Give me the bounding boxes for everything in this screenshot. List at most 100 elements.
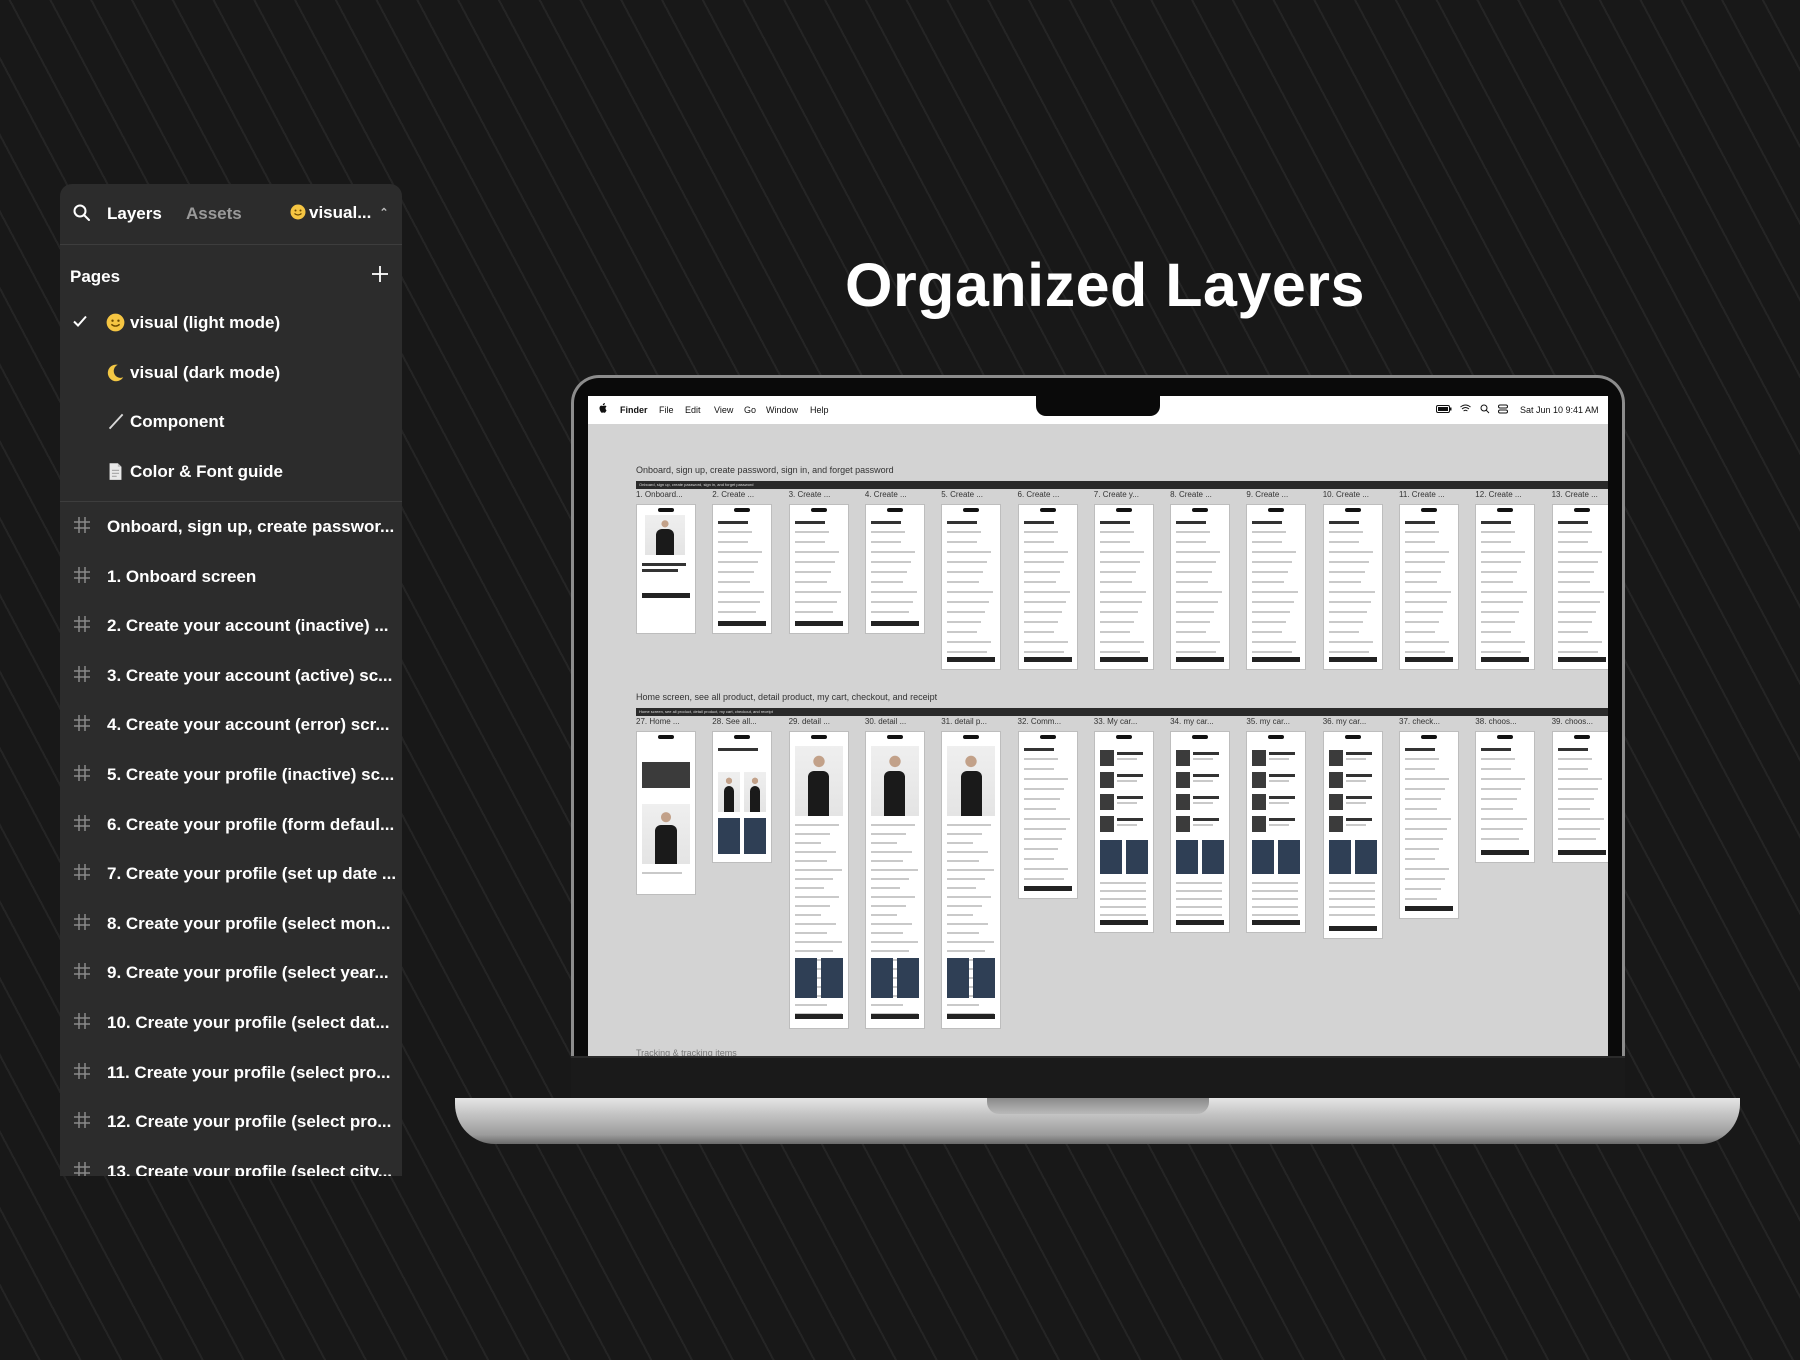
- wifi-icon[interactable]: [1460, 404, 1471, 413]
- section-bar-text: Onboard, sign up, create password, sign …: [639, 482, 754, 487]
- apple-logo-icon[interactable]: [598, 402, 608, 414]
- section-label-home: Home screen, see all product, detail pro…: [636, 692, 938, 702]
- layer-row-label: Onboard, sign up, create passwor...: [107, 517, 395, 536]
- artboard-frame[interactable]: [636, 731, 696, 895]
- artboard-frame[interactable]: [712, 731, 773, 863]
- artboard-frame[interactable]: [1170, 504, 1231, 670]
- panel-header: Layers Assets visual... ⌃: [60, 184, 402, 245]
- control-center-icon[interactable]: [1498, 404, 1508, 414]
- camera-notch: [1036, 396, 1160, 416]
- artboard-frame[interactable]: [636, 504, 696, 634]
- menu-finder[interactable]: Finder: [620, 405, 648, 415]
- layer-row[interactable]: 10. Create your profile (select dat...: [60, 998, 402, 1048]
- artboard-title: 33. My car...: [1093, 717, 1138, 726]
- artboard-title: 2. Create ...: [712, 490, 755, 499]
- page-switcher[interactable]: visual... ⌃: [290, 203, 389, 223]
- artboard-frame[interactable]: [1399, 504, 1459, 670]
- frame-hash-icon: [74, 963, 90, 980]
- artboard-frame[interactable]: [941, 731, 1002, 1029]
- layer-row[interactable]: 12. Create your profile (select pro...: [60, 1097, 402, 1147]
- artboard-frame[interactable]: [1399, 731, 1459, 919]
- menu-view[interactable]: View: [714, 405, 733, 415]
- layer-row-label: 9. Create your profile (select year...: [107, 963, 389, 983]
- plus-icon[interactable]: [370, 264, 390, 284]
- layer-row-label: 1. Onboard screen: [107, 566, 257, 586]
- artboard-frame[interactable]: [1170, 731, 1231, 933]
- artboard-frame[interactable]: [788, 731, 849, 1029]
- menu-file[interactable]: File: [659, 405, 674, 415]
- page-item-component[interactable]: Component: [60, 398, 402, 448]
- layer-row-label: 12. Create your profile (select pro...: [107, 1112, 392, 1132]
- frame-hash-icon: [74, 1161, 90, 1176]
- menu-go[interactable]: Go: [744, 405, 756, 415]
- layer-row[interactable]: 4. Create your account (error) scr...: [60, 700, 402, 750]
- layer-row[interactable]: 11. Create your profile (select pro...: [60, 1048, 402, 1098]
- page-item-label: visual (light mode): [130, 313, 281, 332]
- frame-hash-icon: [74, 665, 90, 682]
- layer-row-label: 13. Create your profile (select city...: [107, 1161, 393, 1176]
- artboard-frame[interactable]: [712, 504, 773, 634]
- artboard-frame[interactable]: [1093, 504, 1154, 670]
- artboard-title: 10. Create ...: [1322, 490, 1369, 499]
- menu-help[interactable]: Help: [810, 405, 829, 415]
- artboard-frame[interactable]: [1322, 504, 1383, 670]
- section-bar-home: Home screen, see all product, detail pro…: [636, 708, 1608, 716]
- frame-hash-icon: [74, 814, 90, 831]
- artboard-frame[interactable]: [1017, 504, 1078, 670]
- artboard-title: 1. Onboard...: [636, 490, 683, 499]
- artboard-frame[interactable]: [1093, 731, 1154, 933]
- checkmark-icon: [73, 315, 87, 327]
- battery-icon[interactable]: [1436, 405, 1452, 413]
- layer-row-label: 8. Create your profile (select mon...: [107, 913, 391, 933]
- artboard-frame[interactable]: [1475, 504, 1536, 670]
- frame-hash-icon: [74, 715, 90, 732]
- frame-hash-icon: [74, 864, 90, 881]
- search-icon[interactable]: [72, 203, 92, 223]
- artboard-frame[interactable]: [941, 504, 1002, 670]
- spotlight-search-icon[interactable]: [1480, 404, 1490, 414]
- pages-header: Pages: [60, 245, 402, 299]
- page-item-color-font-guide[interactable]: Color & Font guide: [60, 448, 402, 498]
- page-item-visual-light[interactable]: visual (light mode): [60, 299, 402, 349]
- menu-window[interactable]: Window: [766, 405, 798, 415]
- tab-assets[interactable]: Assets: [186, 204, 242, 224]
- artboard-frame[interactable]: [864, 731, 925, 1029]
- artboard-title: 29. detail ...: [788, 717, 830, 726]
- section-bar-text: Home screen, see all product, detail pro…: [639, 709, 773, 714]
- layer-row[interactable]: 2. Create your account (inactive) ...: [60, 601, 402, 651]
- artboard-frame[interactable]: [1551, 504, 1608, 670]
- pages-title: Pages: [70, 267, 121, 286]
- layer-row[interactable]: 6. Create your profile (form defaul...: [60, 800, 402, 850]
- layer-row[interactable]: 3. Create your account (active) sc...: [60, 651, 402, 701]
- menu-edit[interactable]: Edit: [685, 405, 701, 415]
- layer-row[interactable]: 7. Create your profile (set up date ...: [60, 849, 402, 899]
- artboard-title: 37. check...: [1399, 717, 1440, 726]
- layer-row[interactable]: 9. Create your profile (select year...: [60, 948, 402, 998]
- layer-row[interactable]: 13. Create your profile (select city...: [60, 1147, 402, 1176]
- artboard-frame[interactable]: [1246, 731, 1307, 933]
- artboard-frame[interactable]: [864, 504, 925, 634]
- laptop-bezel-bottom: [571, 1056, 1625, 1100]
- frame-hash-icon: [74, 913, 90, 930]
- layer-row[interactable]: Onboard, sign up, create passwor...: [60, 502, 402, 552]
- artboard-title: 4. Create ...: [864, 490, 907, 499]
- tab-layers[interactable]: Layers: [107, 204, 162, 224]
- artboard-frame[interactable]: [1017, 731, 1078, 899]
- artboard-frame[interactable]: [1246, 504, 1307, 670]
- layer-list: Onboard, sign up, create passwor... 1. On…: [60, 502, 402, 1176]
- artboard-frame[interactable]: [1322, 731, 1383, 939]
- artboard-frame[interactable]: [1475, 731, 1536, 863]
- layer-row-label: 2. Create your account (inactive) ...: [107, 616, 389, 636]
- page-item-visual-dark[interactable]: visual (dark mode): [60, 349, 402, 399]
- section-label-onboard: Onboard, sign up, create password, sign …: [636, 465, 894, 475]
- layer-row[interactable]: 8. Create your profile (select mon...: [60, 899, 402, 949]
- artboard-title: 31. detail p...: [941, 717, 987, 726]
- layer-row[interactable]: 1. Onboard screen: [60, 552, 402, 602]
- pencil-slash-icon: [108, 413, 124, 430]
- layer-row-label: 10. Create your profile (select dat...: [107, 1012, 390, 1032]
- artboard-frame[interactable]: [1551, 731, 1608, 863]
- artboard-title: 6. Create ...: [1017, 490, 1060, 499]
- artboard-frame[interactable]: [788, 504, 849, 634]
- smiley-emoji-icon: [106, 313, 125, 332]
- layer-row[interactable]: 5. Create your profile (inactive) sc...: [60, 750, 402, 800]
